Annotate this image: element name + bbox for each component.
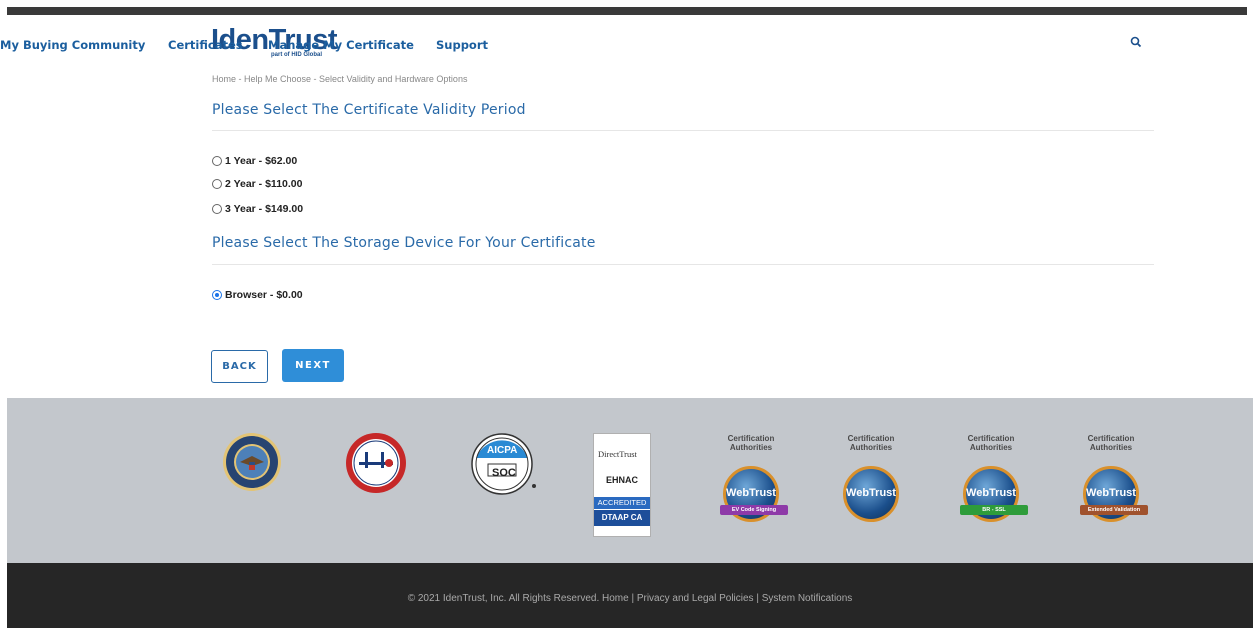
webtrust-label: WebTrust [1086, 487, 1136, 499]
breadcrumb[interactable]: Home - Help Me Choose - Select Validity … [212, 74, 467, 84]
copyright-text[interactable]: © 2021 IdenTrust, Inc. All Rights Reserv… [7, 593, 1253, 604]
radio-button-selected[interactable] [212, 290, 222, 300]
search-icon[interactable] [1130, 36, 1142, 48]
directtrust-ehnac-badge[interactable]: DirectTrust EHNAC ACCREDITED DTAAP CA [593, 433, 651, 537]
back-button[interactable]: BACK [211, 350, 268, 383]
accredited-label: ACCREDITED [594, 497, 650, 509]
nav-certificates[interactable]: Certificates [168, 38, 243, 52]
validity-option-3-year[interactable]: 3 Year - $149.00 [212, 203, 303, 215]
globe-icon: WebTrust BR - SSL [960, 466, 1028, 522]
radio-button[interactable] [212, 179, 222, 189]
webtrust-label: WebTrust [846, 487, 896, 499]
globe-icon: WebTrust [843, 466, 899, 522]
soc-label: SOC [492, 467, 516, 479]
aicpa-soc-seal-icon[interactable] [470, 432, 538, 496]
storage-option-browser[interactable]: Browser - $0.00 [212, 289, 303, 301]
next-button[interactable]: NEXT [282, 349, 344, 382]
webtrust-label: WebTrust [726, 487, 776, 499]
radio-button[interactable] [212, 204, 222, 214]
storage-divider [212, 264, 1154, 265]
top-bar [7, 7, 1247, 15]
option-label: Browser - $0.00 [225, 289, 303, 301]
webtrust-extended-validation-seal[interactable]: Certification Authorities WebTrust Exten… [1071, 434, 1151, 534]
ribbon-label: EV Code Signing [720, 505, 788, 515]
webtrust-label: WebTrust [966, 487, 1016, 499]
radio-button[interactable] [212, 156, 222, 166]
webtrust-seal[interactable]: Certification Authorities WebTrust [831, 434, 911, 534]
validity-option-1-year[interactable]: 1 Year - $62.00 [212, 155, 297, 167]
dtaap-label: DTAAP CA [594, 510, 650, 526]
storage-section-title: Please Select The Storage Device For You… [212, 235, 596, 251]
site-header: IdenTrust part of HID Global My Buying C… [0, 15, 1253, 75]
webtrust-title: Certification Authorities [967, 434, 1015, 452]
aicpa-label: AICPA [487, 445, 518, 456]
option-label: 2 Year - $110.00 [225, 178, 303, 190]
webtrust-title: Certification Authorities [1087, 434, 1135, 452]
footer-seals-band: AICPA SOC DirectTrust EHNAC ACCREDITED D… [7, 398, 1253, 563]
option-label: 1 Year - $62.00 [225, 155, 298, 167]
validity-option-2-year[interactable]: 2 Year - $110.00 [212, 178, 302, 190]
footer-bottom: © 2021 IdenTrust, Inc. All Rights Reserv… [7, 563, 1253, 628]
option-label: 3 Year - $149.00 [225, 203, 304, 215]
nav-manage-my-certificate[interactable]: Manage My Certificate [268, 38, 414, 52]
federal-bridge-seal-icon[interactable] [345, 432, 407, 494]
globe-icon: WebTrust EV Code Signing [720, 466, 788, 522]
webtrust-br-ssl-seal[interactable]: Certification Authorities WebTrust BR - … [951, 434, 1031, 534]
webtrust-title: Certification Authorities [847, 434, 895, 452]
logo-subtitle: part of HID Global [271, 52, 322, 58]
globe-icon: WebTrust Extended Validation [1080, 466, 1148, 522]
ribbon-label: Extended Validation [1080, 505, 1148, 515]
nav-support[interactable]: Support [436, 38, 488, 52]
validity-divider [212, 130, 1154, 131]
nav-my-buying-community[interactable]: My Buying Community [0, 38, 145, 52]
validity-section-title: Please Select The Certificate Validity P… [212, 102, 526, 118]
webtrust-title: Certification Authorities [727, 434, 775, 452]
directtrust-label: DirectTrust [598, 449, 637, 459]
ehnac-label: EHNAC [606, 475, 639, 485]
dod-seal-icon[interactable] [222, 432, 282, 492]
webtrust-ev-code-signing-seal[interactable]: Certification Authorities WebTrust EV Co… [711, 434, 791, 534]
ribbon-label: BR - SSL [960, 505, 1028, 515]
